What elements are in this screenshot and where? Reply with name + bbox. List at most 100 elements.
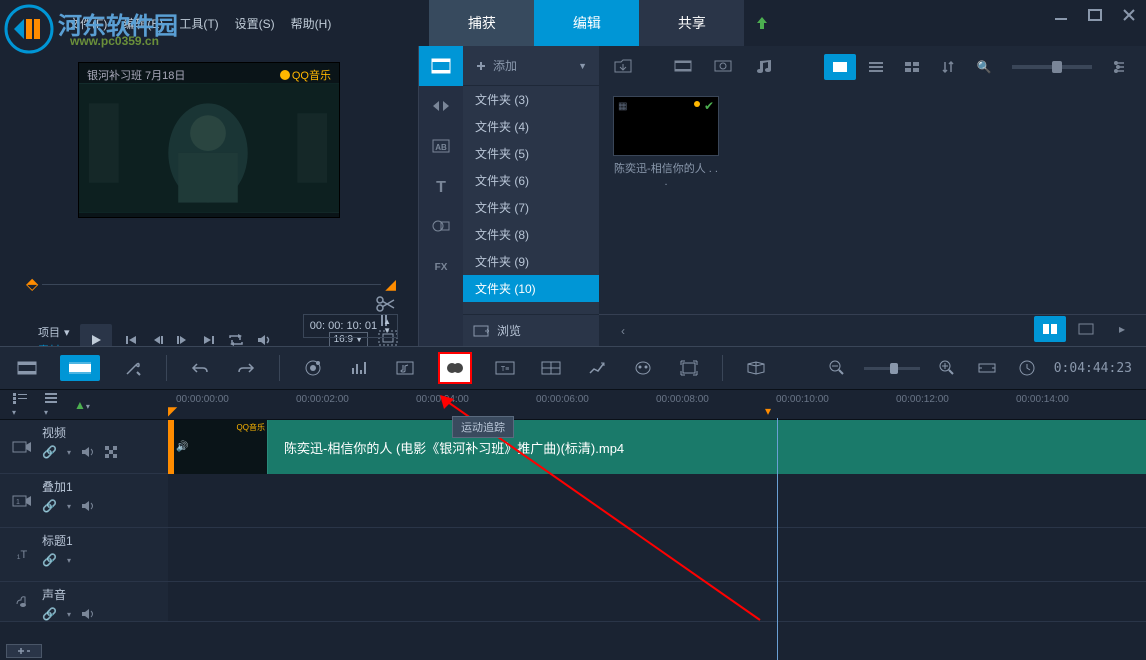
auto-music-icon[interactable]	[392, 355, 418, 381]
folder-item-6[interactable]: 文件夹 (6)	[463, 167, 599, 194]
view-thumbs-icon[interactable]	[824, 54, 856, 80]
timeline-ruler[interactable]: 00:00:00:00 00:00:02:00 00:00:04:00 00:0…	[168, 390, 1146, 419]
video-track-icon[interactable]	[8, 424, 36, 469]
library-browse-button[interactable]: 浏览	[463, 314, 599, 346]
zoom-in-icon[interactable]	[934, 355, 960, 381]
mute-icon[interactable]	[81, 608, 95, 620]
checker-icon[interactable]	[105, 446, 119, 458]
mute-icon[interactable]	[81, 446, 95, 458]
tools-icon[interactable]	[120, 355, 146, 381]
ruler-out-marker[interactable]: ▾	[765, 404, 771, 418]
seek-end-marker[interactable]: ◢	[385, 276, 396, 293]
loop-button[interactable]	[228, 333, 244, 347]
panel-layout-1-icon[interactable]	[1034, 316, 1066, 342]
folder-item-9[interactable]: 文件夹 (9)	[463, 248, 599, 275]
maximize-button[interactable]	[1088, 8, 1104, 24]
redo-button[interactable]	[233, 355, 259, 381]
audio-track-icon[interactable]	[8, 586, 36, 617]
track-height-icon[interactable]: ▾	[44, 392, 58, 418]
view-grid-icon[interactable]	[896, 54, 928, 80]
lib-zoom-slider[interactable]	[1012, 65, 1092, 69]
preview-video[interactable]: 银河补习班 7月18日 QQ音乐	[78, 62, 340, 218]
next-frame-button[interactable]	[176, 333, 190, 347]
track-content-video[interactable]: 🔊 QQ音乐 陈奕迅-相信你的人 (电影《银河补习班》推广曲)(标清).mp4	[168, 420, 1146, 473]
upload-icon[interactable]	[754, 15, 770, 31]
time-remap-icon[interactable]	[584, 355, 610, 381]
folder-item-7[interactable]: 文件夹 (7)	[463, 194, 599, 221]
title-track-icon[interactable]: ₁T	[8, 532, 36, 577]
mute-icon[interactable]	[81, 500, 95, 512]
mask-icon[interactable]	[630, 355, 656, 381]
link-icon[interactable]: 🔗	[42, 553, 57, 567]
timeline-zoom-slider[interactable]	[864, 367, 920, 370]
seek-start-marker[interactable]: ⬘	[26, 274, 38, 294]
track-content-audio[interactable]	[168, 582, 1146, 621]
motion-tracking-button[interactable]	[438, 352, 472, 384]
video-clip[interactable]: 🔊 QQ音乐 陈奕迅-相信你的人 (电影《银河补习班》推广曲)(标清).mp4	[168, 420, 1146, 474]
tab-capture[interactable]: 捕获	[429, 0, 534, 46]
lib-graphics-button[interactable]	[419, 206, 463, 246]
sort-icon[interactable]	[932, 54, 964, 80]
panel-expand-icon[interactable]: ▸	[1106, 316, 1138, 342]
audio-mixer-icon[interactable]	[346, 355, 372, 381]
filter-audio-icon[interactable]	[747, 53, 779, 79]
goto-end-button[interactable]	[202, 333, 216, 347]
subtitle-icon[interactable]: T≡	[492, 355, 518, 381]
goto-start-button[interactable]	[124, 333, 138, 347]
label-project[interactable]: 项目▾	[38, 324, 70, 340]
track-content-overlay[interactable]	[168, 474, 1146, 527]
folder-item-5[interactable]: 文件夹 (5)	[463, 140, 599, 167]
record-icon[interactable]	[300, 355, 326, 381]
view-list-icon[interactable]	[860, 54, 892, 80]
import-icon[interactable]	[607, 53, 639, 79]
lib-text-button[interactable]: T	[419, 166, 463, 206]
link-icon[interactable]: 🔗	[42, 607, 57, 621]
lib-settings-icon[interactable]	[1104, 54, 1136, 80]
lib-filters-button[interactable]: FX	[419, 246, 463, 286]
timeline-view-icon[interactable]	[60, 355, 100, 381]
seek-bar[interactable]: ⬘ ◢	[26, 274, 396, 294]
search-icon[interactable]: 🔍	[968, 54, 1000, 80]
pan-zoom-icon[interactable]	[676, 355, 702, 381]
folder-item-4[interactable]: 文件夹 (4)	[463, 113, 599, 140]
link-icon[interactable]: 🔗	[42, 499, 57, 513]
filter-photo-icon[interactable]	[707, 53, 739, 79]
enable-all-icon[interactable]: ▲▾	[74, 398, 90, 412]
folder-item-8[interactable]: 文件夹 (8)	[463, 221, 599, 248]
track-options-icon[interactable]: ▾	[12, 392, 28, 418]
multiview-icon[interactable]	[538, 355, 564, 381]
folder-item-3[interactable]: 文件夹 (3)	[463, 86, 599, 113]
fit-timeline-icon[interactable]	[974, 355, 1000, 381]
panel-layout-2-icon[interactable]	[1070, 316, 1102, 342]
volume-button[interactable]	[256, 333, 272, 347]
storyboard-view-icon[interactable]	[14, 355, 40, 381]
overlay-track-icon[interactable]: 1	[8, 478, 36, 523]
folder-item-10[interactable]: 文件夹 (10)	[463, 275, 599, 302]
close-button[interactable]	[1122, 8, 1138, 24]
zoom-out-icon[interactable]	[824, 355, 850, 381]
lib-transitions-button[interactable]	[419, 86, 463, 126]
tab-share[interactable]: 共享	[639, 0, 744, 46]
filter-video-icon[interactable]	[667, 53, 699, 79]
playhead[interactable]	[777, 418, 778, 660]
undo-button[interactable]	[187, 355, 213, 381]
lib-media-button[interactable]	[419, 46, 463, 86]
library-add-button[interactable]: 添加 ▼	[463, 46, 599, 86]
scroll-left-icon[interactable]: ‹	[607, 318, 639, 344]
ruler-in-marker[interactable]: ◤	[168, 404, 177, 418]
link-icon[interactable]: 🔗	[42, 445, 57, 459]
preview-timecode[interactable]: 00: 00: 10: 01▲▼	[303, 314, 398, 338]
track-content-title[interactable]	[168, 528, 1146, 581]
minimize-button[interactable]	[1054, 8, 1070, 24]
prev-frame-button[interactable]	[150, 333, 164, 347]
menu-help[interactable]: 帮助(H)	[283, 11, 340, 36]
ruler-mark: 00:00:12:00	[896, 394, 949, 405]
project-duration-icon[interactable]	[1014, 355, 1040, 381]
lib-titles-button[interactable]: AB	[419, 126, 463, 166]
add-track-button[interactable]	[6, 644, 42, 658]
3d-title-icon[interactable]	[743, 355, 769, 381]
menu-settings[interactable]: 设置(S)	[227, 11, 283, 36]
tab-edit[interactable]: 编辑	[534, 0, 639, 46]
seek-line[interactable]	[42, 284, 381, 285]
library-thumb-item[interactable]: ▦ ✔ 陈奕迅-相信你的人 . . .	[613, 96, 719, 188]
